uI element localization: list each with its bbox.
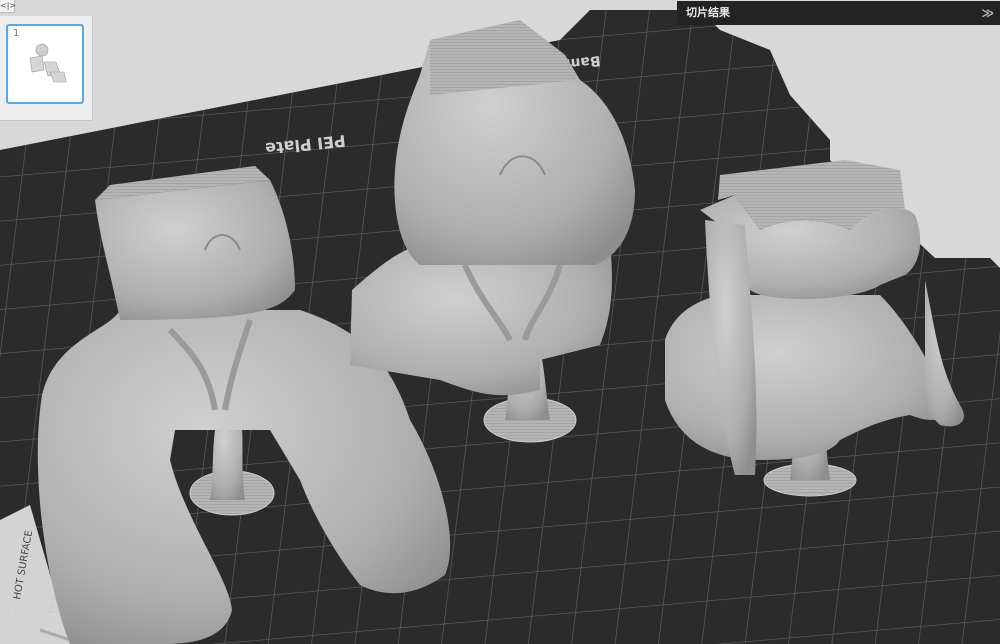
collapse-toggle-icon[interactable]: <|> <box>0 0 16 13</box>
plate-number: 1 <box>13 28 20 39</box>
slice-results-title: 切片结果 <box>686 6 730 19</box>
chevron-double-down-icon[interactable]: ≫ <box>981 1 994 25</box>
plate-thumbnail-list: 1 <box>0 16 93 121</box>
slice-results-panel[interactable]: 切片结果 ≫ <box>677 1 1000 25</box>
3d-viewport[interactable]: Bambu PEI Plate HOT SURFACE <|> 1 切片结果 ≫ <box>0 0 1000 644</box>
build-plate-scene[interactable]: Bambu PEI Plate HOT SURFACE <box>0 0 1000 644</box>
plate-thumbnail[interactable]: 1 <box>6 24 84 104</box>
